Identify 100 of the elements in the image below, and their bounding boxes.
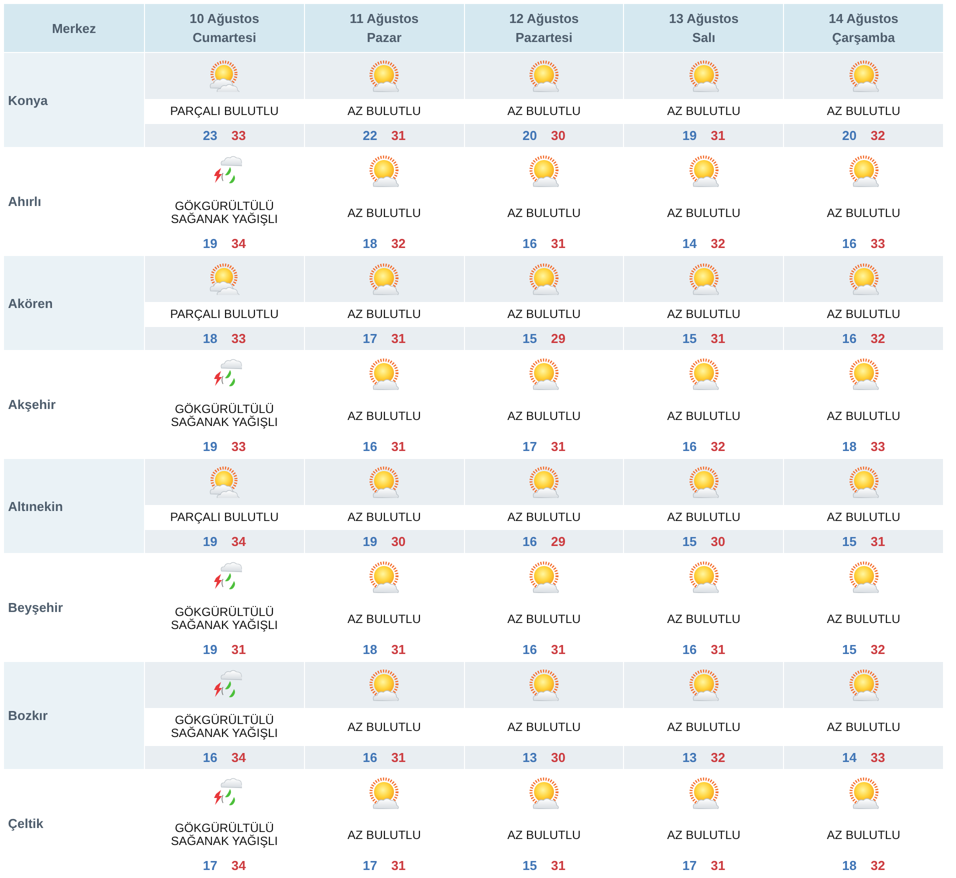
high-temperature: 31	[550, 439, 566, 454]
condition-text: AZ BULUTLU	[507, 206, 581, 220]
high-temperature: 34	[231, 750, 246, 765]
high-temperature: 33	[231, 439, 246, 454]
low-temperature: 17	[362, 858, 378, 873]
condition-text: AZ BULUTLU	[826, 511, 900, 524]
low-temperature: 23	[202, 128, 218, 143]
low-temperature: 15	[522, 331, 537, 346]
high-temperature: 31	[391, 858, 406, 873]
high-temperature: 32	[870, 331, 886, 346]
high-temperature: 33	[231, 128, 246, 143]
low-temperature: 16	[522, 534, 537, 549]
high-temperature: 31	[391, 642, 406, 657]
low-temperature: 15	[842, 534, 857, 549]
condition-text: AZ BULUTLU	[507, 720, 581, 734]
city-name: Bozkır	[8, 708, 48, 723]
high-temperature: 31	[550, 858, 566, 873]
low-temperature: 20	[842, 128, 857, 143]
high-temperature: 30	[550, 128, 566, 143]
low-temperature: 14	[842, 750, 857, 765]
low-temperature: 18	[362, 236, 378, 251]
high-temperature: 29	[550, 534, 566, 549]
low-temperature: 18	[202, 331, 218, 346]
condition-text: PARÇALI BULUTLU	[170, 511, 279, 524]
city-name: Çeltik	[8, 816, 44, 831]
low-temperature: 22	[362, 128, 378, 143]
high-temperature: 32	[870, 128, 886, 143]
weekday-label: Pazar	[366, 29, 402, 47]
weekday-label: Salı	[692, 29, 716, 47]
city-name: Ahırlı	[8, 194, 42, 209]
low-temperature: 19	[202, 534, 218, 549]
low-temperature: 13	[522, 750, 537, 765]
low-temperature: 16	[362, 439, 378, 454]
city-name: Konya	[8, 92, 48, 108]
condition-text: AZ BULUTLU	[667, 410, 740, 422]
low-temperature: 17	[362, 331, 378, 346]
column-header: Merkez	[52, 20, 96, 38]
high-temperature: 30	[550, 750, 566, 765]
high-temperature: 33	[870, 236, 886, 251]
condition-text: AZ BULUTLU	[667, 612, 740, 626]
low-temperature: 19	[362, 534, 378, 549]
low-temperature: 17	[202, 858, 218, 873]
high-temperature: 31	[710, 128, 726, 143]
condition-text: AZ BULUTLU	[348, 308, 421, 321]
high-temperature: 31	[870, 534, 886, 549]
condition-text: AZ BULUTLU	[667, 206, 740, 220]
low-temperature: 18	[842, 858, 857, 873]
condition-text: AZ BULUTLU	[348, 105, 421, 118]
weekday-label: Cumartesi	[192, 29, 256, 47]
high-temperature: 34	[231, 534, 246, 549]
date-label: 12 Ağustos	[509, 10, 579, 28]
low-temperature: 18	[362, 642, 378, 657]
date-label: 14 Ağustos	[828, 10, 898, 28]
condition-text: AZ BULUTLU	[348, 410, 421, 422]
low-temperature: 19	[202, 642, 218, 657]
weekday-label: Çarşamba	[832, 29, 896, 47]
condition-text: AZ BULUTLU	[667, 720, 740, 734]
condition-text: AZ BULUTLU	[507, 308, 581, 321]
low-temperature: 15	[682, 331, 697, 346]
city-name: Akşehir	[8, 397, 56, 412]
condition-text: AZ BULUTLU	[348, 612, 421, 626]
high-temperature: 34	[231, 236, 246, 251]
condition-text: AZ BULUTLU	[826, 410, 900, 422]
low-temperature: 18	[842, 439, 857, 454]
high-temperature: 31	[550, 236, 566, 251]
high-temperature: 31	[391, 128, 406, 143]
condition-text: GÖKGÜRÜLTÜLÜ SAĞANAK YAĞIŞLI	[170, 200, 279, 226]
low-temperature: 19	[202, 439, 218, 454]
condition-text: AZ BULUTLU	[507, 511, 581, 524]
condition-text: AZ BULUTLU	[826, 206, 900, 220]
high-temperature: 31	[391, 331, 406, 346]
low-temperature: 15	[522, 858, 537, 873]
condition-text: AZ BULUTLU	[348, 206, 421, 220]
condition-text: AZ BULUTLU	[507, 105, 581, 118]
high-temperature: 30	[710, 534, 726, 549]
low-temperature: 14	[682, 236, 697, 251]
low-temperature: 16	[522, 642, 537, 657]
condition-text: PARÇALI BULUTLU	[170, 308, 279, 321]
low-temperature: 16	[842, 236, 857, 251]
date-label: 10 Ağustos	[190, 10, 260, 28]
high-temperature: 33	[231, 331, 246, 346]
high-temperature: 31	[710, 858, 726, 873]
low-temperature: 16	[522, 236, 537, 251]
high-temperature: 33	[870, 439, 886, 454]
condition-text: AZ BULUTLU	[667, 105, 740, 118]
weekday-label: Pazartesi	[515, 29, 573, 47]
condition-text: AZ BULUTLU	[667, 511, 740, 524]
high-temperature: 31	[391, 750, 406, 765]
city-name: Altınekin	[8, 498, 63, 514]
city-name: Akören	[8, 296, 53, 310]
low-temperature: 16	[682, 642, 697, 657]
date-label: 13 Ağustos	[668, 10, 739, 28]
high-temperature: 29	[550, 331, 566, 346]
low-temperature: 16	[682, 439, 697, 454]
condition-text: AZ BULUTLU	[348, 511, 421, 524]
low-temperature: 16	[842, 331, 857, 346]
condition-text: PARÇALI BULUTLU	[170, 105, 279, 118]
condition-text: AZ BULUTLU	[507, 828, 581, 842]
condition-text: AZ BULUTLU	[348, 720, 421, 734]
condition-text: AZ BULUTLU	[826, 612, 900, 626]
